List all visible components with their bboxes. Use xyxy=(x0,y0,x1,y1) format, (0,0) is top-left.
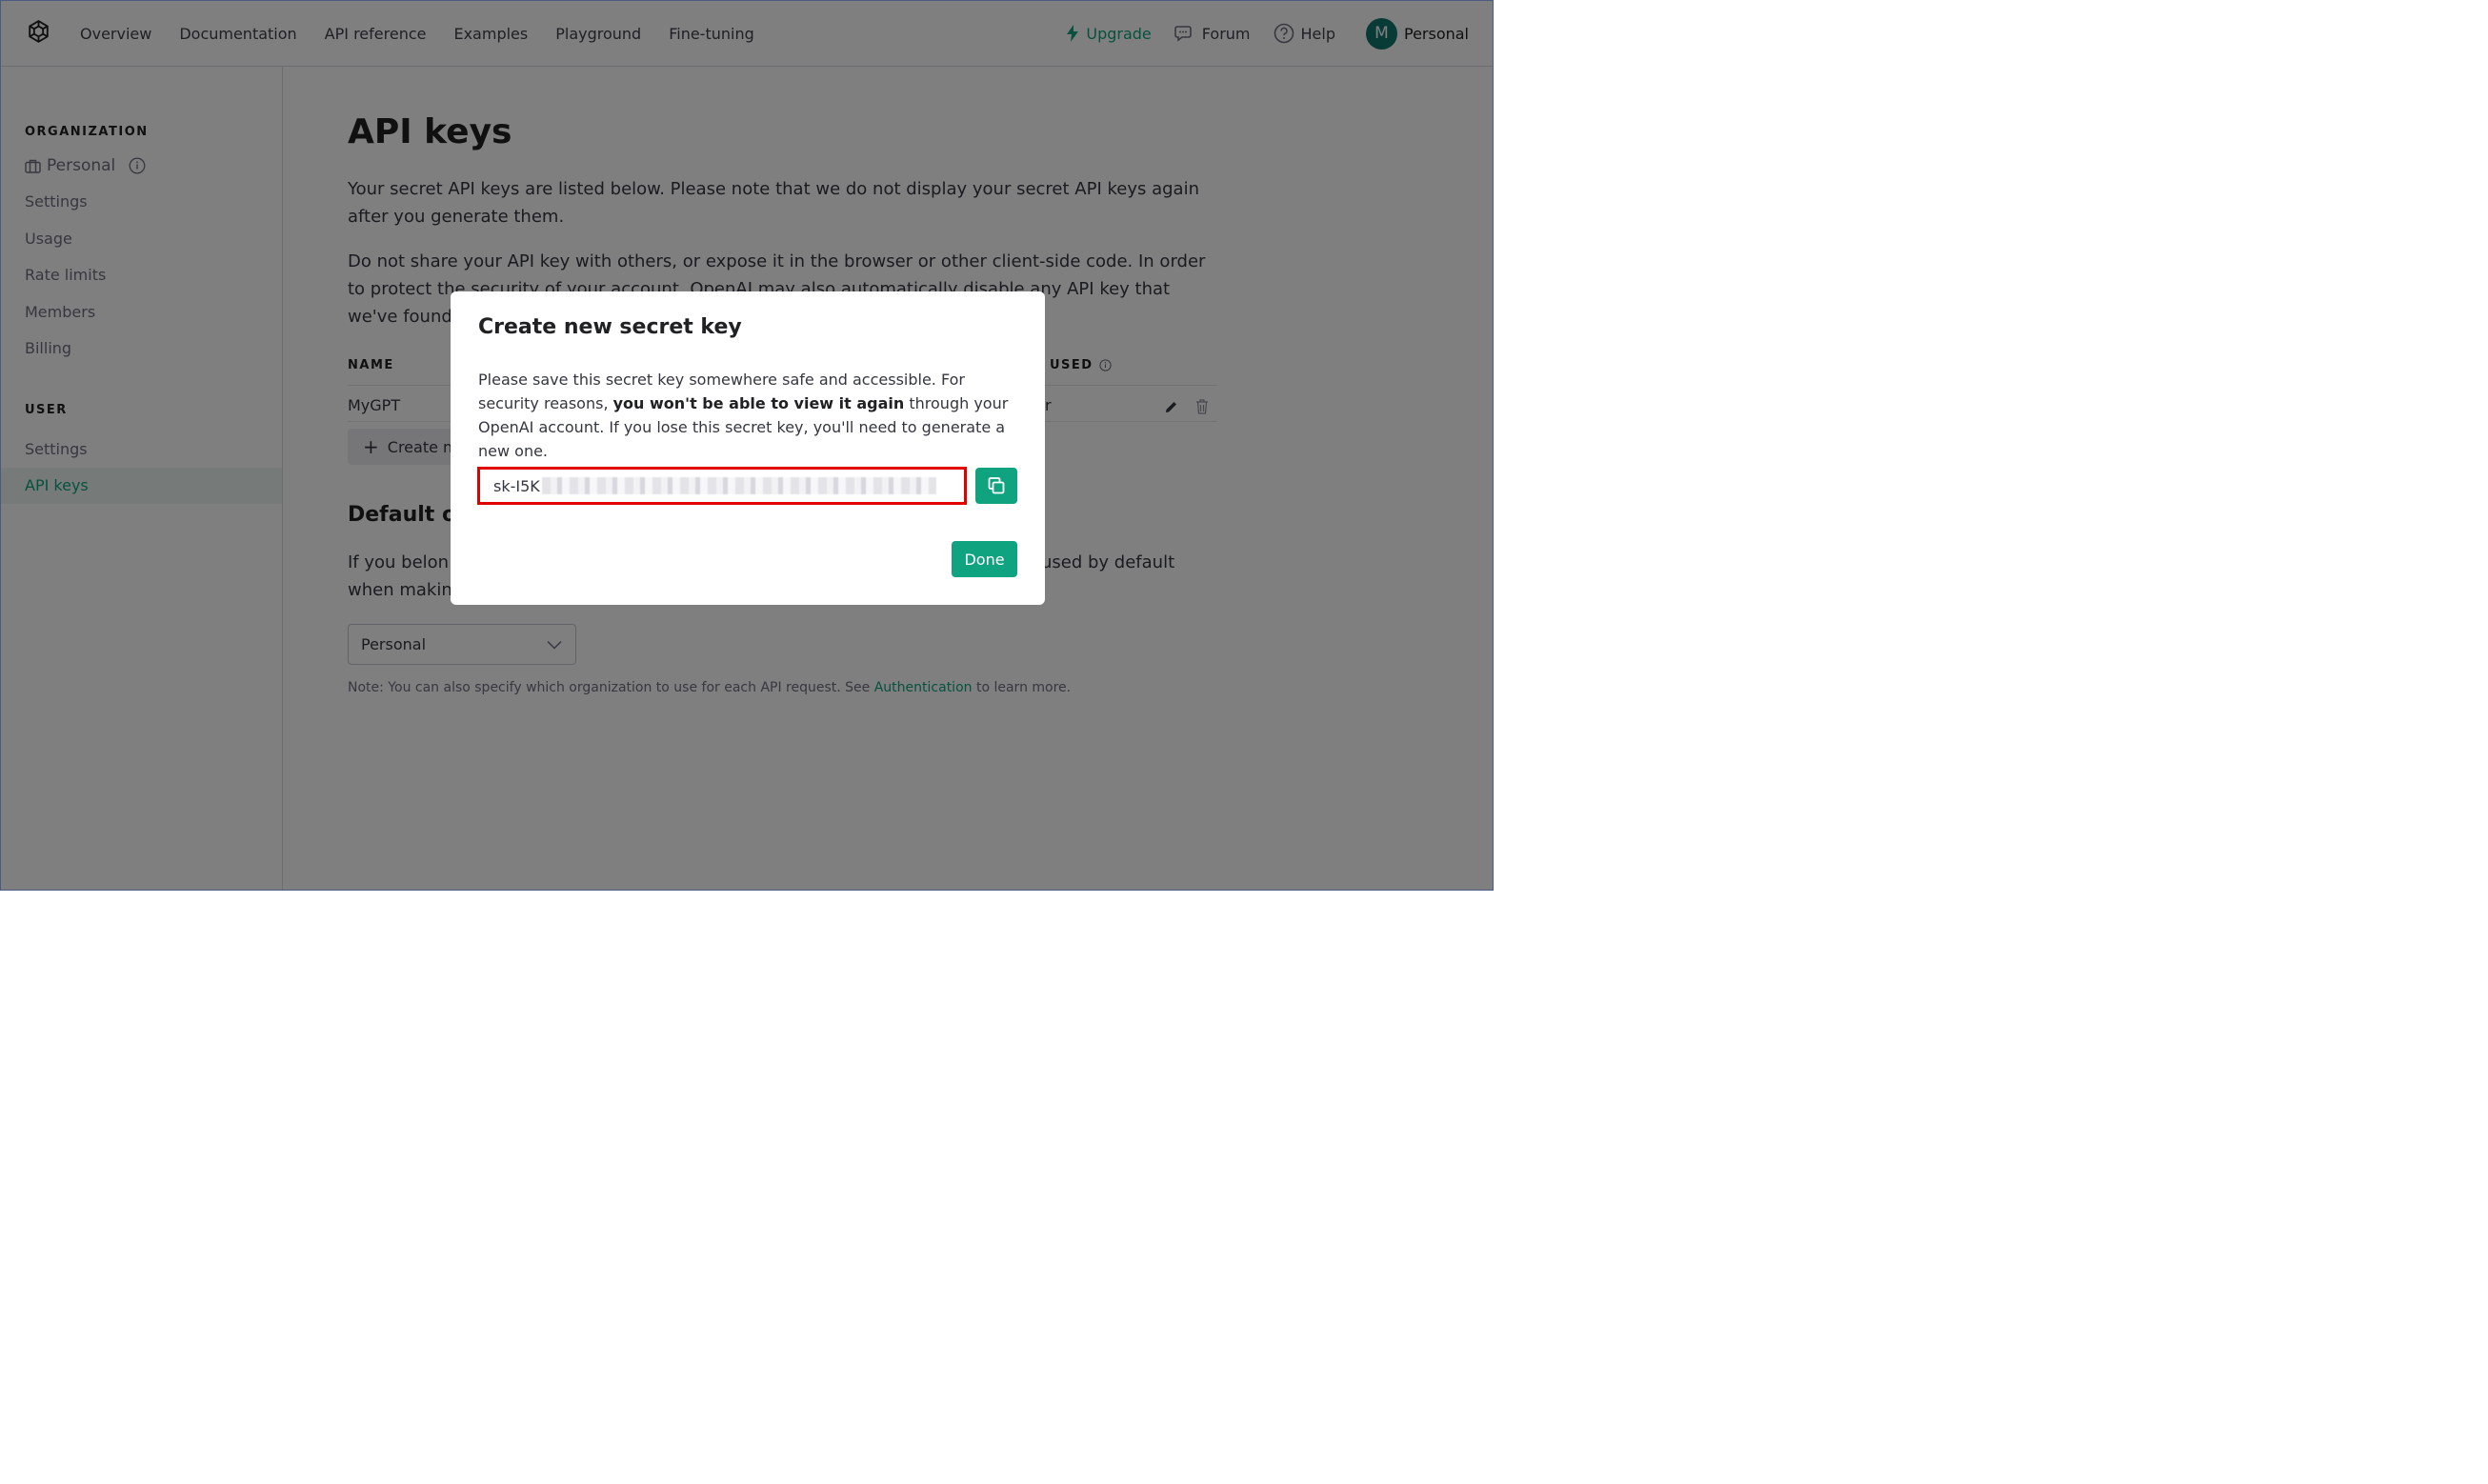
create-secret-key-dialog: Create new secret key Please save this s… xyxy=(451,291,1045,605)
copy-key-button[interactable] xyxy=(975,468,1017,504)
secret-key-field[interactable]: sk-I5K xyxy=(477,467,967,505)
dialog-description: Please save this secret key somewhere sa… xyxy=(478,368,1026,463)
description-bold: you won't be able to view it again xyxy=(612,394,905,412)
copy-icon xyxy=(988,477,1005,494)
redacted-key-blur xyxy=(541,477,936,494)
dialog-title: Create new secret key xyxy=(478,315,742,339)
page: Overview Documentation API reference Exa… xyxy=(0,0,1494,891)
secret-key-prefix: sk-I5K xyxy=(493,476,540,495)
done-button[interactable]: Done xyxy=(952,541,1017,577)
